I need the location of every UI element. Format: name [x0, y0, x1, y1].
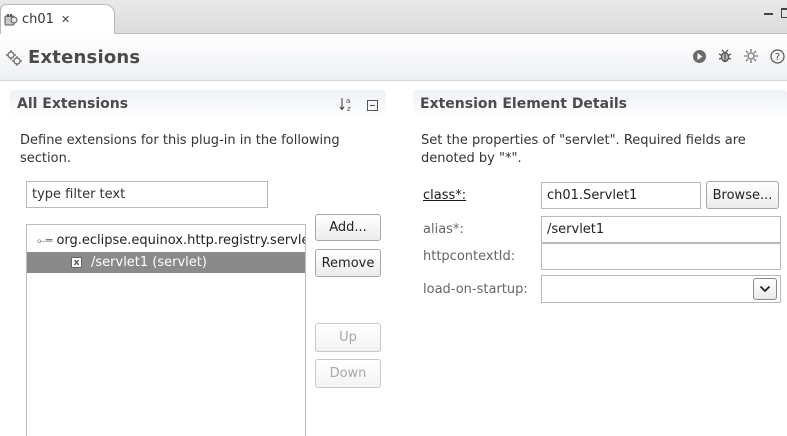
minimize-icon[interactable]	[764, 12, 773, 16]
class-link-label[interactable]: class*:	[423, 182, 466, 208]
element-details-section-header: Extension Element Details	[413, 90, 787, 118]
form-header: Extensions ?	[0, 35, 787, 81]
element-details-description: Set the properties of "servlet". Require…	[421, 133, 746, 166]
alias-label: alias*:	[423, 221, 464, 237]
tree-item-label: org.eclipse.equinox.http.registry.servle…	[56, 233, 306, 248]
help-icon[interactable]: ?	[769, 48, 785, 64]
editor-tab-bar: ch01 ✕	[0, 0, 787, 34]
close-icon[interactable]: ✕	[61, 13, 70, 26]
tree-item-extension-point[interactable]: ⟜═ org.eclipse.equinox.http.registry.ser…	[27, 230, 305, 251]
element-icon: x	[71, 257, 82, 268]
window-controls	[764, 8, 787, 18]
debug-icon[interactable]	[717, 48, 733, 64]
form-toolbar: ?	[691, 48, 785, 64]
up-button[interactable]: Up	[315, 323, 381, 352]
all-extensions-description: Define extensions for this plug-in in th…	[20, 133, 340, 166]
httpcontextid-label: httpcontextId:	[423, 248, 516, 264]
all-extensions-heading: All Extensions	[17, 96, 129, 112]
alias-field[interactable]	[541, 216, 781, 243]
add-button[interactable]: Add...	[315, 214, 381, 241]
load-on-startup-label: load-on-startup:	[423, 281, 528, 297]
extensions-tree[interactable]: ⟜═ org.eclipse.equinox.http.registry.ser…	[26, 224, 306, 436]
class-field[interactable]	[541, 182, 701, 209]
down-button[interactable]: Down	[315, 359, 381, 388]
run-icon[interactable]	[691, 48, 707, 64]
httpcontextid-field[interactable]	[541, 243, 781, 270]
sort-icon[interactable]: a z	[339, 96, 355, 114]
svg-text:?: ?	[774, 52, 779, 63]
remove-button[interactable]: Remove	[315, 249, 381, 277]
browse-button[interactable]: Browse...	[706, 181, 779, 209]
tree-item-label: /servlet1 (servlet)	[91, 255, 207, 270]
svg-text:a: a	[346, 97, 350, 105]
chevron-down-icon[interactable]	[753, 278, 777, 300]
plugin-icon	[4, 13, 18, 25]
export-wizard-icon[interactable]	[743, 48, 759, 64]
svg-text:z: z	[347, 105, 351, 112]
load-on-startup-dropdown[interactable]	[541, 275, 781, 303]
page-title: Extensions	[28, 47, 141, 68]
editor-tab-ch01[interactable]: ch01 ✕	[0, 4, 115, 34]
collapse-all-icon[interactable]	[367, 99, 378, 111]
filter-input[interactable]	[26, 181, 268, 208]
all-extensions-section-header: All Extensions a z	[10, 90, 386, 118]
tree-item-servlet[interactable]: x /servlet1 (servlet)	[27, 252, 305, 273]
extensions-icon	[6, 49, 22, 66]
element-details-heading: Extension Element Details	[420, 96, 627, 112]
maximize-icon[interactable]	[781, 8, 787, 18]
editor-tab-title: ch01	[22, 12, 54, 27]
extension-point-icon: ⟜═	[37, 233, 53, 247]
